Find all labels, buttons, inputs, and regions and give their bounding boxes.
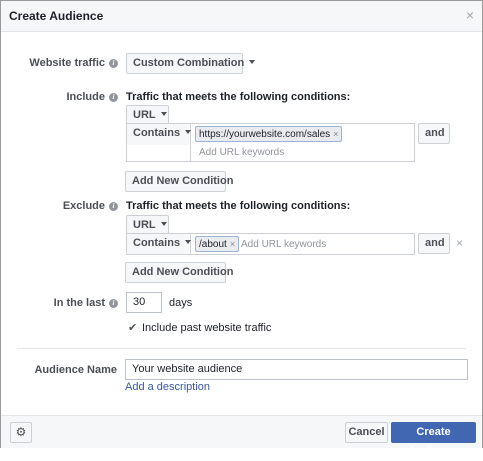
caret-down-icon [185,240,192,245]
check-icon[interactable]: ✔ [128,321,137,334]
remove-tag-icon[interactable]: × [333,129,338,139]
remove-tag-icon[interactable]: × [230,239,235,249]
include-url-keywords-input[interactable]: Add URL keywords [199,147,284,158]
cancel-button[interactable]: Cancel [345,422,388,443]
exclude-and-button[interactable]: and [418,233,450,254]
include-past-traffic-label: Include past website traffic [142,322,272,334]
dialog-title: Create Audience [9,9,104,23]
include-label: Include [66,91,105,103]
exclude-url-keywords-input[interactable]: Add URL keywords [241,239,326,250]
include-field-value: URL [133,109,156,121]
cancel-label: Cancel [348,426,385,438]
days-input[interactable]: 30 [126,292,162,313]
include-conditions-heading: Traffic that meets the following conditi… [126,91,351,103]
website-traffic-label: Website traffic [29,57,105,69]
divider [17,348,466,349]
include-url-tag: https://yourwebsite.com/sales × [195,126,343,142]
gear-icon: ⚙ [15,425,27,439]
add-description-link[interactable]: Add a description [125,381,210,393]
close-icon[interactable]: × [466,7,474,23]
exclude-add-condition-label: Add New Condition [132,266,234,278]
include-operator-value: Contains [133,127,181,139]
remove-condition-icon[interactable]: × [456,236,463,250]
exclude-url-tag: /about × [195,236,240,252]
caret-down-icon [160,222,167,227]
exclude-add-condition-button[interactable]: Add New Condition [125,262,233,283]
exclude-conditions-heading: Traffic that meets the following conditi… [126,200,351,212]
exclude-and-label: and [425,237,445,249]
audience-name-input[interactable]: Your website audience [125,359,468,380]
include-add-condition-label: Add New Condition [132,175,234,187]
exclude-operator-dropdown[interactable]: Contains [127,234,192,254]
audience-name-value: Your website audience [132,363,243,375]
caret-down-icon [249,60,256,65]
exclude-field-value: URL [133,219,156,231]
caret-down-icon [160,112,167,117]
include-and-label: and [425,127,445,139]
include-url-tag-text: https://yourwebsite.com/sales [199,129,331,140]
days-unit: days [169,297,193,309]
website-traffic-dropdown[interactable]: Custom Combination [126,53,256,74]
website-traffic-value: Custom Combination [133,57,245,69]
create-audience-label: Create Audience [408,426,459,457]
dialog-header: Create Audience × [1,1,482,32]
caret-down-icon [185,130,192,135]
include-operator-dropdown[interactable]: Contains [127,124,192,145]
info-icon[interactable]: i [109,93,118,102]
create-audience-dialog: Create Audience × Website traffic i Cust… [0,0,483,457]
exclude-url-tag-text: /about [199,239,227,250]
exclude-label: Exclude [62,200,105,212]
audience-name-label: Audience Name [34,364,117,376]
dialog-footer: ⚙ Cancel Create Audience [1,415,482,457]
info-icon[interactable]: i [109,299,118,308]
days-value: 30 [133,296,146,308]
create-audience-button[interactable]: Create Audience [391,422,476,457]
exclude-operator-value: Contains [133,237,181,249]
include-add-condition-button[interactable]: Add New Condition [125,171,233,192]
info-icon[interactable]: i [109,202,118,211]
in-the-last-label: In the last [53,297,105,309]
settings-button[interactable]: ⚙ [10,422,32,443]
info-icon[interactable]: i [109,59,118,68]
include-and-button[interactable]: and [418,123,450,144]
